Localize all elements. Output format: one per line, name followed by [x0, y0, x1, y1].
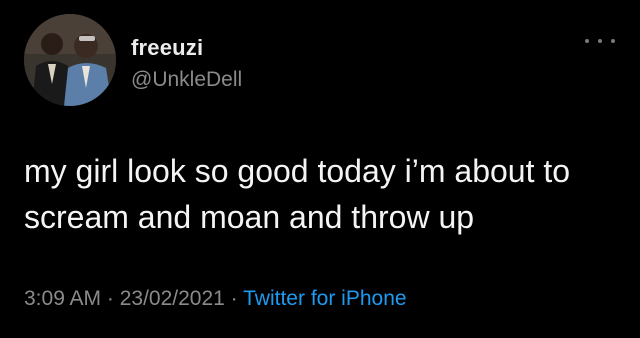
avatar[interactable] [24, 14, 116, 106]
separator: · [224, 287, 244, 310]
more-dot [598, 39, 602, 43]
tweet-time[interactable]: 3:09 AM [24, 287, 101, 310]
tweet-source-link[interactable]: Twitter for iPhone [243, 287, 406, 310]
tweet-text: my girl look so good today i’m about to … [24, 153, 571, 235]
tweet-card: freeuzi @UnkleDell my girl look so good … [0, 0, 640, 338]
more-horizontal-icon[interactable] [585, 34, 615, 48]
avatar-photo [24, 14, 116, 106]
tweet-metadata: 3:09 AM · 23/02/2021 · Twitter for iPhon… [24, 287, 407, 311]
separator: · [101, 287, 120, 310]
more-dot [585, 39, 589, 43]
tweet-date[interactable]: 23/02/2021 [120, 287, 225, 310]
more-dot [611, 39, 615, 43]
display-name[interactable]: freeuzi [131, 35, 203, 61]
user-handle[interactable]: @UnkleDell [131, 68, 242, 92]
